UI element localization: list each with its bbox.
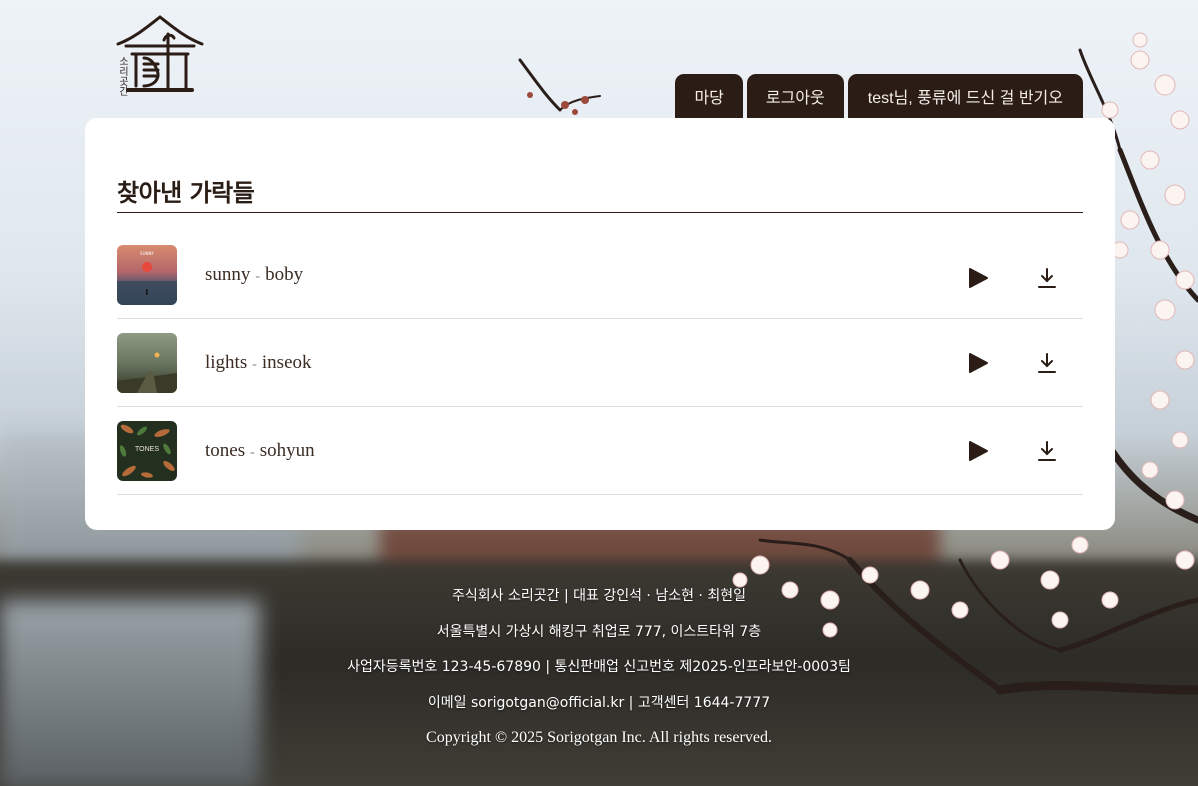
svg-text:SUNNY: SUNNY bbox=[140, 251, 154, 256]
nav-tab-logout[interactable]: 로그아웃 bbox=[746, 74, 844, 118]
top-nav: 마당 로그아웃 test님, 풍류에 드신 걸 반기오 bbox=[675, 74, 1083, 118]
download-icon[interactable] bbox=[1035, 266, 1059, 290]
play-icon[interactable] bbox=[966, 351, 990, 375]
page-title: 찾아낸 가락들 bbox=[117, 173, 1083, 213]
track-row: lights - inseok bbox=[117, 319, 1083, 407]
brand-logo[interactable]: 소리곳간 bbox=[114, 14, 206, 96]
track-title: tones - sohyun bbox=[205, 439, 315, 461]
track-title: lights - inseok bbox=[205, 351, 312, 373]
svg-text:TONES: TONES bbox=[135, 446, 159, 453]
download-icon[interactable] bbox=[1035, 351, 1059, 375]
footer-copyright: Copyright © 2025 Sorigotgan Inc. All rig… bbox=[426, 729, 772, 746]
footer-company-info: 주식회사 소리곳간 | 대표 강인석 · 남소현 · 최현일 bbox=[452, 588, 746, 604]
footer-address: 서울특별시 가상시 해킹구 취업로 777, 이스트타워 7층 bbox=[436, 623, 762, 640]
nav-tab-madang[interactable]: 마당 bbox=[675, 74, 743, 118]
footer-contact: 이메일 sorigotgan@official.kr | 고객센터 1644-7… bbox=[427, 694, 771, 711]
album-cover bbox=[117, 332, 177, 393]
play-icon[interactable] bbox=[966, 439, 990, 463]
search-results-card: 찾아낸 가락들 SUNNY sunny - boby lights - inse… bbox=[85, 118, 1115, 530]
track-list: SUNNY sunny - boby lights - inseok TONES… bbox=[117, 213, 1083, 495]
track-row: TONES tones - sohyun bbox=[117, 407, 1083, 495]
play-icon[interactable] bbox=[966, 266, 990, 290]
album-cover: TONES bbox=[117, 420, 177, 481]
album-cover: SUNNY bbox=[117, 244, 177, 305]
track-row: SUNNY sunny - boby bbox=[117, 213, 1083, 319]
nav-tab-user-greeting[interactable]: test님, 풍류에 드신 걸 반기오 bbox=[847, 74, 1083, 118]
logo-text: 소리곳간 bbox=[117, 56, 129, 96]
download-icon[interactable] bbox=[1035, 439, 1059, 463]
track-title: sunny - boby bbox=[205, 263, 304, 285]
footer-registration: 사업자등록번호 123-45-67890 | 통신판매업 신고번호 제2025-… bbox=[347, 659, 851, 675]
hanok-roof-logo-icon: 소리곳간 bbox=[116, 15, 204, 96]
site-footer: 주식회사 소리곳간 | 대표 강인석 · 남소현 · 최현일 서울특별시 가상시… bbox=[0, 584, 1198, 762]
